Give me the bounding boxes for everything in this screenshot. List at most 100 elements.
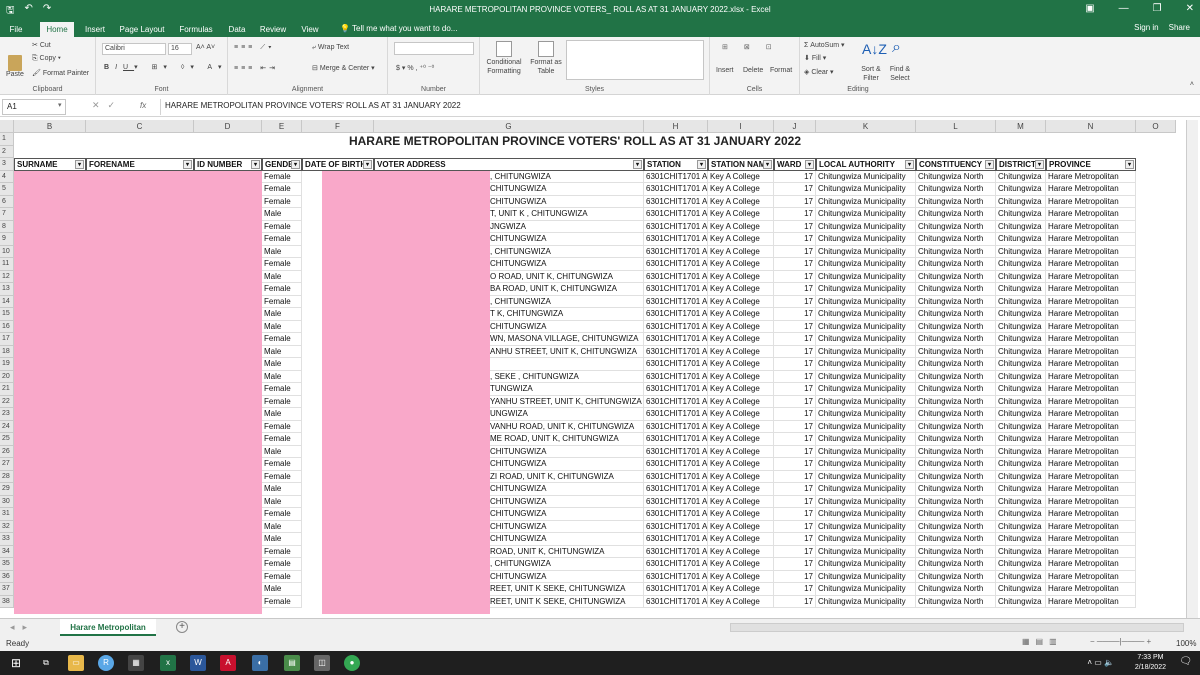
merge-center-button[interactable]: ⊟ Merge & Center ▾ — [312, 64, 375, 72]
cell-H[interactable]: 6301CHIT1701 A — [644, 233, 708, 246]
cell-E[interactable]: Male — [262, 370, 302, 383]
clear-button[interactable]: ◈ Clear ▾ — [804, 68, 834, 76]
cell-L[interactable]: Chitungwiza North — [916, 433, 996, 446]
cell-J[interactable]: 17 — [774, 508, 816, 521]
cell-N[interactable]: Harare Metropolitan — [1046, 295, 1136, 308]
row-header[interactable]: 24 — [0, 420, 14, 433]
cell-K[interactable]: Chitungwiza Municipality — [816, 170, 916, 183]
row-header[interactable]: 33 — [0, 533, 14, 546]
number-format-select[interactable] — [394, 42, 474, 55]
add-sheet-icon[interactable]: + — [176, 621, 188, 633]
cell-L[interactable]: Chitungwiza North — [916, 508, 996, 521]
cell-K[interactable]: Chitungwiza Municipality — [816, 470, 916, 483]
cell-J[interactable]: 17 — [774, 220, 816, 233]
cell-N[interactable]: Harare Metropolitan — [1046, 308, 1136, 321]
tab-insert[interactable]: Insert — [80, 22, 110, 37]
column-header-G[interactable]: G — [374, 120, 644, 133]
cell-styles-gallery[interactable] — [566, 40, 704, 80]
grow-font-button[interactable]: A˄ A˅ — [196, 44, 215, 51]
cell-J[interactable]: 17 — [774, 395, 816, 408]
header-cell[interactable]: WARD ▾ — [774, 158, 816, 171]
filter-dropdown-icon[interactable]: ▾ — [75, 160, 84, 169]
cell-I[interactable]: Key A College — [708, 395, 774, 408]
cell-I[interactable]: Key A College — [708, 508, 774, 521]
filter-dropdown-icon[interactable]: ▾ — [905, 160, 914, 169]
cell-N[interactable]: Harare Metropolitan — [1046, 558, 1136, 571]
cell-E[interactable]: Female — [262, 283, 302, 296]
cell-L[interactable]: Chitungwiza North — [916, 358, 996, 371]
row-header[interactable]: 32 — [0, 520, 14, 533]
cell-E[interactable]: Female — [262, 395, 302, 408]
cell-H[interactable]: 6301CHIT1701 A — [644, 283, 708, 296]
windows-start-icon[interactable]: ⊞ — [8, 655, 24, 671]
cell-I[interactable]: Key A College — [708, 220, 774, 233]
cell-M[interactable]: Chitungwiza — [996, 233, 1046, 246]
cell-L[interactable]: Chitungwiza North — [916, 233, 996, 246]
cell-H[interactable]: 6301CHIT1701 A — [644, 308, 708, 321]
align-buttons[interactable]: ≡≡≡ ⇤⇥ — [234, 64, 278, 72]
cell-K[interactable]: Chitungwiza Municipality — [816, 458, 916, 471]
font-style-buttons[interactable]: BIU▾ ⊞▾ ◊▾ A▾ — [104, 63, 228, 71]
cell-N[interactable]: Harare Metropolitan — [1046, 233, 1136, 246]
cell-N[interactable]: Harare Metropolitan — [1046, 520, 1136, 533]
zoom-level[interactable]: 100% — [1176, 639, 1196, 648]
format-cells-button[interactable]: Format — [770, 67, 792, 74]
cell-H[interactable]: 6301CHIT1701 A — [644, 183, 708, 196]
cell-J[interactable]: 17 — [774, 245, 816, 258]
cell-M[interactable]: Chitungwiza — [996, 458, 1046, 471]
column-header-B[interactable]: B — [14, 120, 86, 133]
cell-E[interactable]: Male — [262, 533, 302, 546]
cell-N[interactable]: Harare Metropolitan — [1046, 495, 1136, 508]
cell-N[interactable]: Harare Metropolitan — [1046, 283, 1136, 296]
cell-H[interactable]: 6301CHIT1701 A — [644, 533, 708, 546]
cell-J[interactable]: 17 — [774, 520, 816, 533]
cell-N[interactable]: Harare Metropolitan — [1046, 195, 1136, 208]
cell-E[interactable]: Male — [262, 345, 302, 358]
cell-M[interactable]: Chitungwiza — [996, 583, 1046, 596]
row-header[interactable]: 16 — [0, 320, 14, 333]
cell-N[interactable]: Harare Metropolitan — [1046, 258, 1136, 271]
cell-J[interactable]: 17 — [774, 545, 816, 558]
cell-J[interactable]: 17 — [774, 483, 816, 496]
cell-N[interactable]: Harare Metropolitan — [1046, 483, 1136, 496]
cell-E[interactable]: Male — [262, 270, 302, 283]
column-header-H[interactable]: H — [644, 120, 708, 133]
cell-J[interactable]: 17 — [774, 558, 816, 571]
cell-I[interactable]: Key A College — [708, 333, 774, 346]
cell-L[interactable]: Chitungwiza North — [916, 483, 996, 496]
cell-K[interactable]: Chitungwiza Municipality — [816, 308, 916, 321]
cell-K[interactable]: Chitungwiza Municipality — [816, 370, 916, 383]
cell-J[interactable]: 17 — [774, 183, 816, 196]
cell-I[interactable]: Key A College — [708, 595, 774, 608]
calculator-icon[interactable]: ▦ — [128, 655, 144, 671]
view-buttons[interactable]: ▦▤▥ — [1022, 637, 1063, 646]
cell-H[interactable]: 6301CHIT1701 A — [644, 395, 708, 408]
cell-M[interactable]: Chitungwiza — [996, 320, 1046, 333]
cell-E[interactable]: Female — [262, 570, 302, 583]
cell-L[interactable]: Chitungwiza North — [916, 545, 996, 558]
cell-N[interactable]: Harare Metropolitan — [1046, 358, 1136, 371]
cell-K[interactable]: Chitungwiza Municipality — [816, 320, 916, 333]
cell-H[interactable]: 6301CHIT1701 A — [644, 470, 708, 483]
tab-file[interactable]: File — [4, 22, 28, 37]
cell-E[interactable]: Male — [262, 320, 302, 333]
cell-L[interactable]: Chitungwiza North — [916, 495, 996, 508]
row-header[interactable]: 17 — [0, 333, 14, 346]
cell-H[interactable]: 6301CHIT1701 A — [644, 445, 708, 458]
cell-M[interactable]: Chitungwiza — [996, 433, 1046, 446]
cell-I[interactable]: Key A College — [708, 270, 774, 283]
filter-dropdown-icon[interactable]: ▾ — [183, 160, 192, 169]
column-header-I[interactable]: I — [708, 120, 774, 133]
cell-K[interactable]: Chitungwiza Municipality — [816, 283, 916, 296]
cell-E[interactable]: Male — [262, 308, 302, 321]
row-header[interactable]: 37 — [0, 583, 14, 596]
find-select-button[interactable]: Find & Select — [886, 65, 914, 83]
autosum-button[interactable]: Σ AutoSum ▾ — [804, 41, 845, 49]
cell-L[interactable]: Chitungwiza North — [916, 295, 996, 308]
clock[interactable]: 7:33 PM 2/18/2022 — [1135, 653, 1166, 673]
cell-I[interactable]: Key A College — [708, 408, 774, 421]
header-cell[interactable]: ID NUMBER ▾ — [194, 158, 262, 171]
restore-icon[interactable]: ❐ — [1153, 3, 1162, 14]
cell-N[interactable]: Harare Metropolitan — [1046, 183, 1136, 196]
filter-dropdown-icon[interactable]: ▾ — [1125, 160, 1134, 169]
